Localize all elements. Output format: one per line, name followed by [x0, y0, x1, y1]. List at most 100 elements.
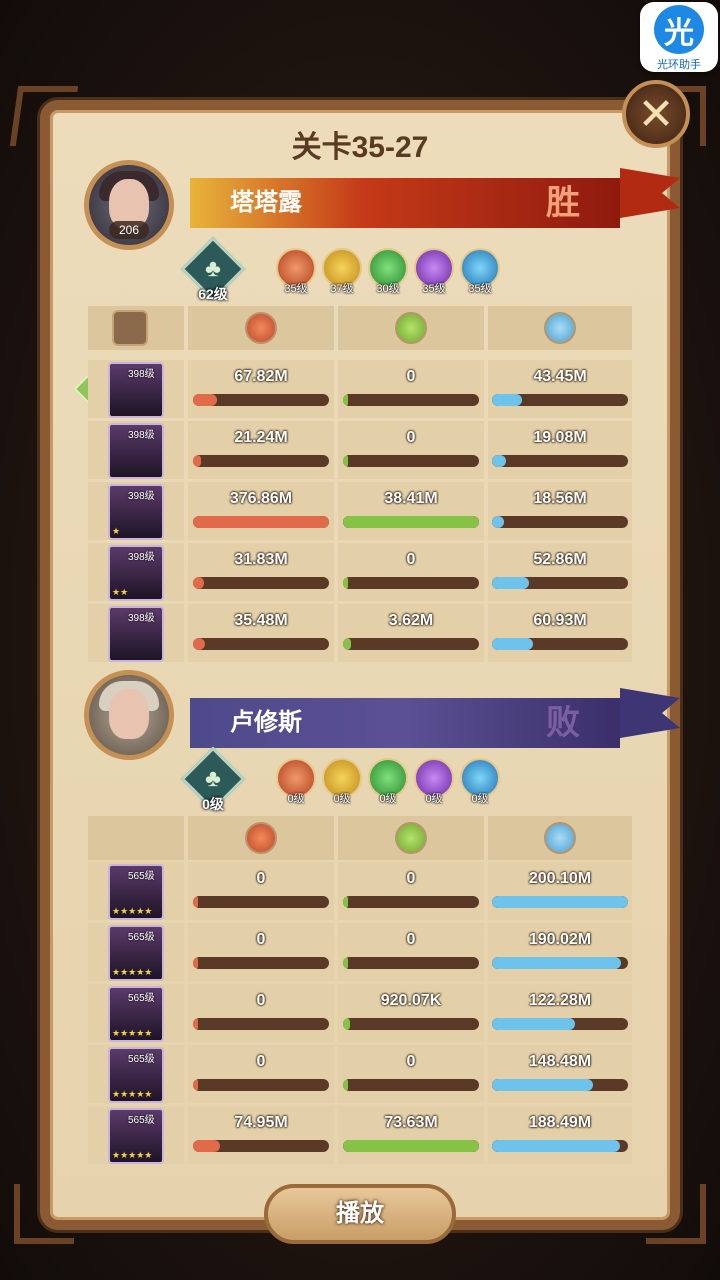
heal-bar — [343, 1140, 479, 1152]
heal-bar-fill — [343, 1140, 479, 1152]
hero-portrait[interactable]: 398级 — [108, 362, 164, 418]
defense-bar-fill — [492, 577, 529, 589]
defense-bar — [492, 1018, 628, 1030]
team-a-banner: 206 塔塔露 胜 — [80, 160, 680, 250]
hero-level: 565级 — [128, 993, 155, 1004]
heal-icon — [395, 312, 427, 344]
hero-stars: ★★★★★ — [112, 1089, 153, 1099]
defense-bar — [492, 638, 628, 650]
hero-level: 398级 — [128, 552, 155, 563]
hero-stat-row: 565级 ★★★★★ 0 0 148.48M — [88, 1045, 632, 1103]
heal-value: 920.07K — [380, 992, 442, 1009]
damage-value: 0 — [256, 931, 266, 948]
heal-value: 0 — [406, 551, 416, 568]
damage-bar-fill — [193, 455, 202, 467]
damage-bar — [193, 394, 329, 406]
heal-value: 0 — [406, 870, 416, 887]
heal-bar-fill — [343, 455, 349, 467]
play-button[interactable]: 播放 — [264, 1184, 456, 1244]
defense-value: 43.45M — [533, 368, 587, 385]
heal-value: 0 — [406, 368, 416, 385]
tree-level: 0级 — [202, 796, 224, 812]
scroll-icon[interactable] — [112, 310, 148, 346]
hero-portrait[interactable]: 398级 ★★ — [108, 545, 164, 601]
hero-portrait[interactable]: 398级 — [108, 606, 164, 662]
heal-bar-fill — [343, 577, 349, 589]
damage-bar-fill — [193, 577, 204, 589]
hero-stars: ★★★★★ — [112, 906, 153, 916]
team-b-ribbon: 卢修斯 败 — [190, 698, 620, 748]
heal-bar — [343, 896, 479, 908]
team-b-bonus-row: ♣ 0级 0级 0级 0级 0级 0级 — [180, 746, 510, 812]
damage-bar-fill — [193, 394, 218, 406]
heal-bar-fill — [343, 1079, 349, 1091]
team-b-avatar[interactable] — [84, 670, 174, 760]
defense-bar — [492, 896, 628, 908]
defense-bar — [492, 1079, 628, 1091]
hero-portrait[interactable]: 398级 ★ — [108, 484, 164, 540]
heal-bar — [343, 455, 479, 467]
hero-level: 398级 — [128, 491, 155, 502]
hero-portrait[interactable]: 565级 ★★★★★ — [108, 1047, 164, 1103]
hero-stat-row: 398级 35.48M 3.62M 60.93M — [88, 604, 632, 662]
defense-value: 148.48M — [528, 1053, 592, 1070]
team-a-result: 胜 — [546, 184, 580, 222]
damage-value: 35.48M — [234, 612, 288, 629]
damage-value: 376.86M — [229, 490, 293, 507]
defense-shield-icon — [544, 312, 576, 344]
team-a-ribbon: 塔塔露 胜 — [190, 178, 620, 228]
team-a-name: 塔塔露 — [230, 189, 302, 216]
defense-bar-fill — [492, 516, 505, 528]
defense-bar-fill — [492, 638, 533, 650]
hero-portrait[interactable]: 565级 ★★★★★ — [108, 986, 164, 1042]
panel-corner-ornament — [646, 1184, 706, 1244]
defense-bar-fill — [492, 957, 622, 969]
hero-stat-row: 565级 ★★★★★ 74.95M 73.63M 188.49M — [88, 1106, 632, 1164]
defense-shield-icon — [544, 822, 576, 854]
hero-portrait[interactable]: 565级 ★★★★★ — [108, 1108, 164, 1164]
heal-bar-fill — [343, 896, 349, 908]
hero-level: 565级 — [128, 871, 155, 882]
app-badge[interactable]: 光 光环助手 — [640, 2, 718, 72]
damage-bar-fill — [193, 1018, 199, 1030]
heal-bar-fill — [343, 394, 349, 406]
damage-bar-fill — [193, 638, 206, 650]
damage-bar — [193, 957, 329, 969]
damage-icon — [245, 822, 277, 854]
heal-value: 3.62M — [388, 612, 434, 629]
defense-value: 200.10M — [528, 870, 592, 887]
damage-bar-fill — [193, 516, 329, 528]
defense-value: 19.08M — [533, 429, 587, 446]
defense-value: 60.93M — [533, 612, 587, 629]
defense-bar — [492, 516, 628, 528]
hero-stat-row: 565级 ★★★★★ 0 0 200.10M — [88, 862, 632, 920]
defense-bar-fill — [492, 394, 522, 406]
heal-bar-fill — [343, 957, 349, 969]
team-b-stat-header — [88, 816, 632, 860]
team-a-avatar[interactable]: 206 — [84, 160, 174, 250]
app-badge-caption: 光环助手 — [657, 59, 701, 71]
hero-portrait[interactable]: 565级 ★★★★★ — [108, 925, 164, 981]
defense-value: 18.56M — [533, 490, 587, 507]
player-level-badge: 206 — [109, 221, 149, 239]
panel-corner-ornament — [14, 1184, 74, 1244]
damage-bar — [193, 1018, 329, 1030]
team-b-banner: 卢修斯 败 — [80, 670, 680, 760]
damage-bar — [193, 1140, 329, 1152]
hero-portrait[interactable]: 565级 ★★★★★ — [108, 864, 164, 920]
hero-level: 565级 — [128, 1054, 155, 1065]
damage-bar-fill — [193, 1140, 221, 1152]
damage-bar — [193, 1079, 329, 1091]
heal-bar-fill — [343, 1018, 350, 1030]
hero-stars: ★ — [112, 526, 121, 536]
damage-bar — [193, 455, 329, 467]
defense-bar-fill — [492, 1018, 575, 1030]
heal-value: 73.63M — [384, 1114, 438, 1131]
damage-bar — [193, 516, 329, 528]
heal-bar — [343, 577, 479, 589]
defense-bar-fill — [492, 1079, 593, 1091]
hero-portrait[interactable]: 398级 — [108, 423, 164, 479]
hero-stars: ★★ — [112, 587, 129, 597]
hero-stat-row: 398级 ★★ 31.83M 0 52.86M — [88, 543, 632, 601]
defense-value: 190.02M — [528, 931, 592, 948]
